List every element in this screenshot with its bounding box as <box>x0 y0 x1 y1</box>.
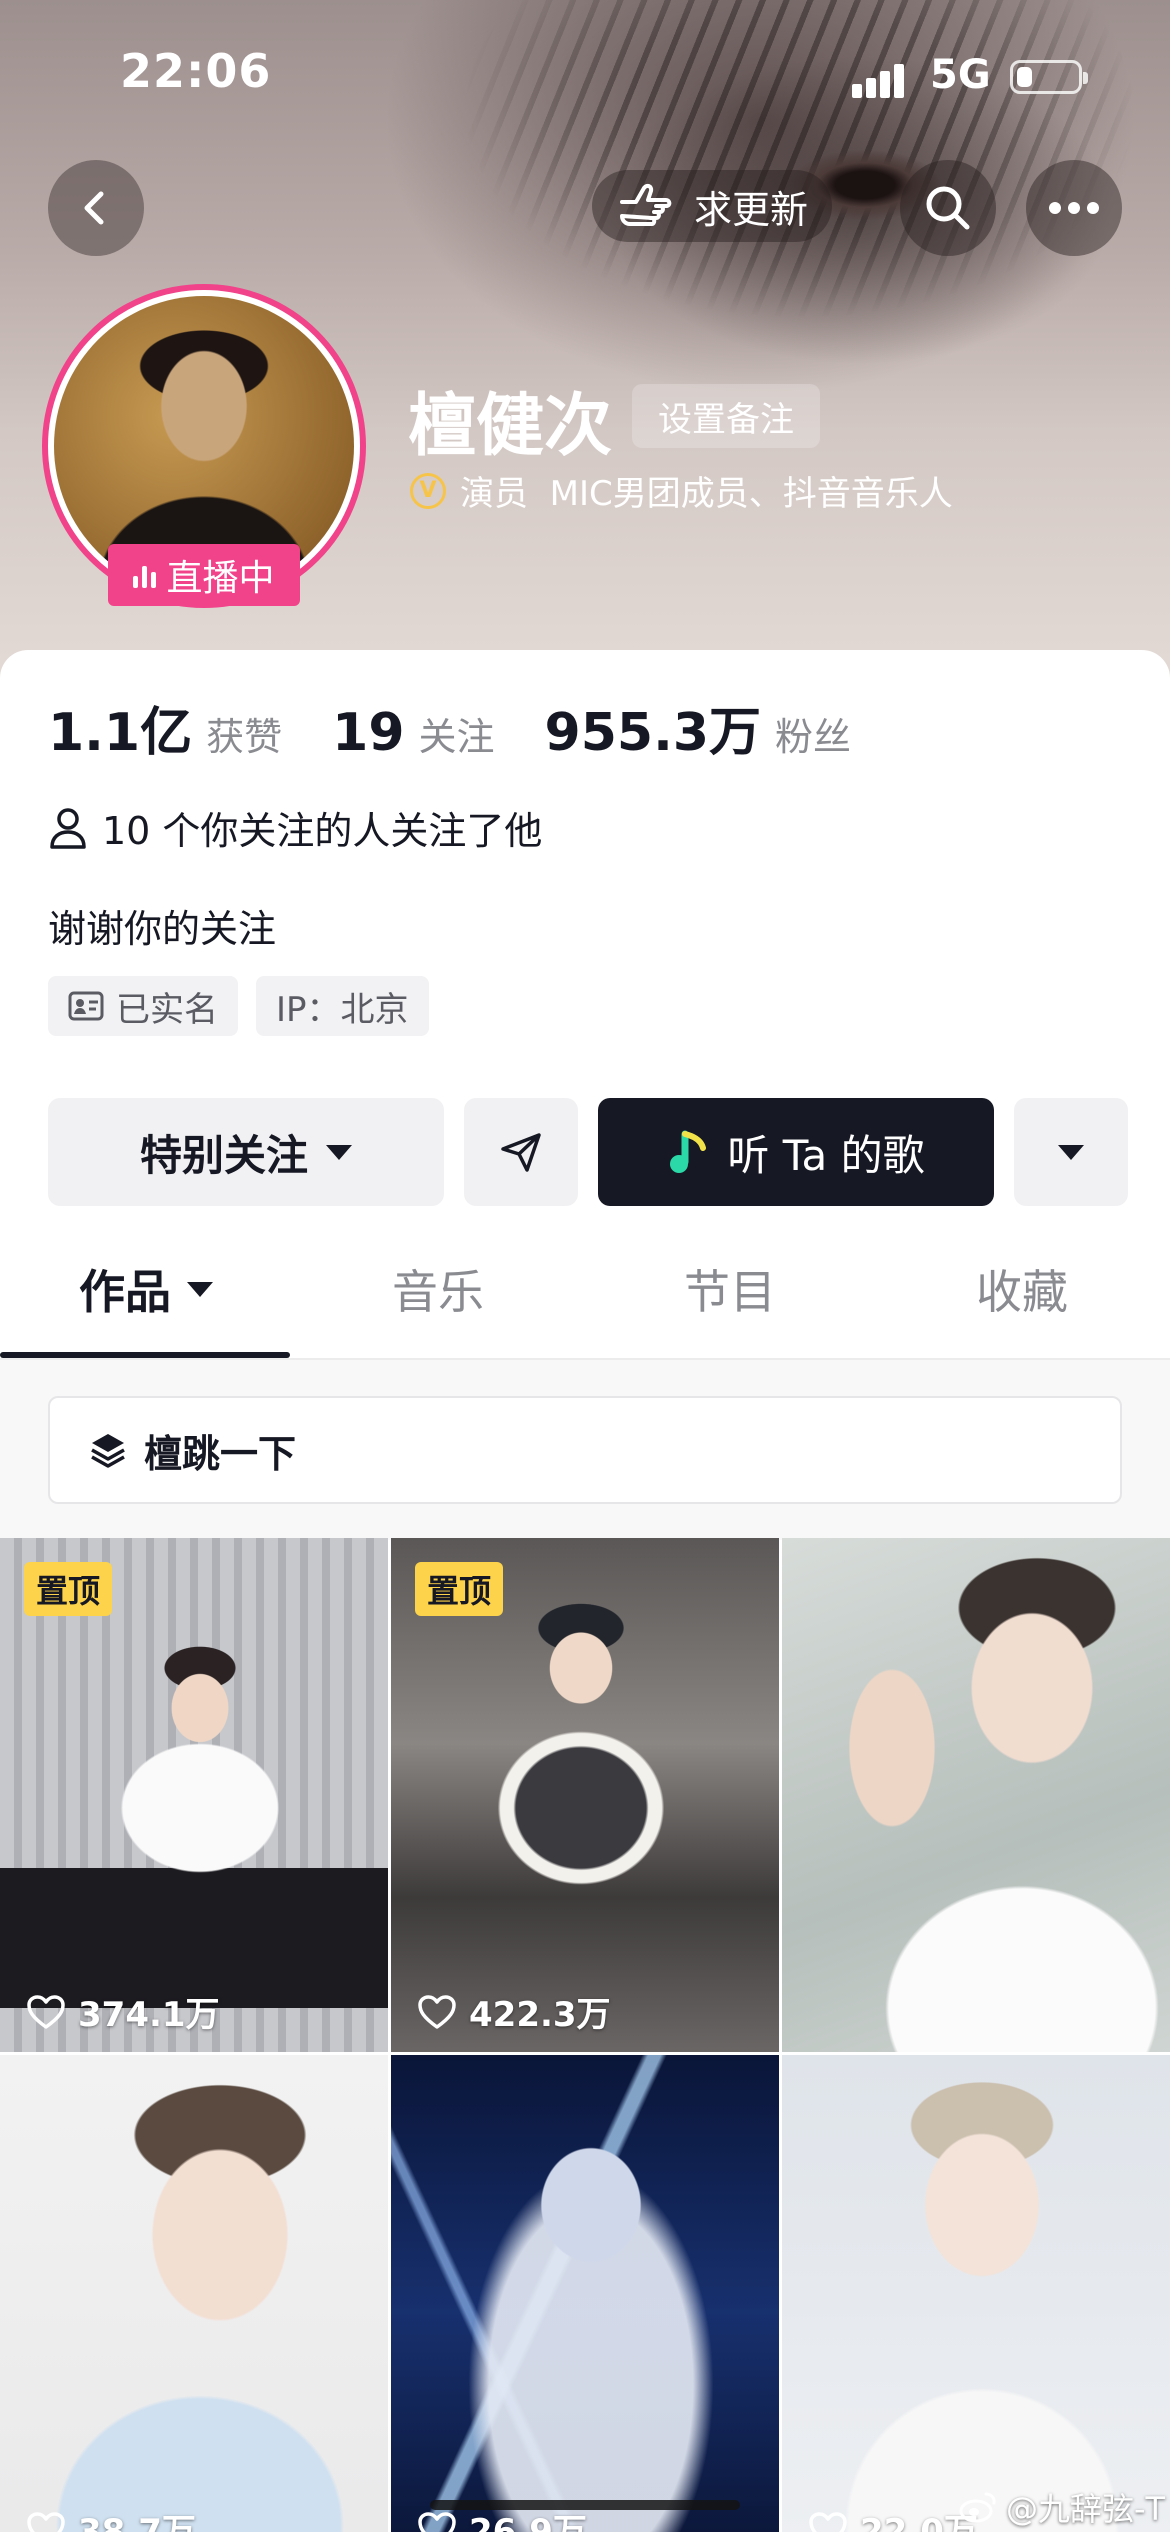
collection-button[interactable]: 檀跳一下 <box>48 1396 1122 1504</box>
video-thumbnail[interactable]: 置顶 422.3万 <box>391 1538 779 2052</box>
request-update-button[interactable]: 求更新 <box>592 170 833 242</box>
content-tabs: 作品 音乐 节目 收藏 <box>0 1220 1170 1360</box>
video-thumbnail[interactable]: 26.9万 <box>391 2055 779 2532</box>
likes-stat[interactable]: 1.1亿 获赞 <box>48 690 282 765</box>
collection-section: 檀跳一下 <box>0 1360 1170 1540</box>
music-note-icon <box>670 1130 707 1173</box>
id-card-icon <box>68 991 104 1021</box>
verified-tag-label: 已实名 <box>116 989 218 1030</box>
likes-label: 获赞 <box>206 715 283 759</box>
like-count-value: 38.7万 <box>78 2512 196 2532</box>
message-button[interactable] <box>464 1098 578 1206</box>
tab-favorites[interactable]: 收藏 <box>876 1220 1168 1358</box>
profile-name: 檀健次 <box>408 387 613 466</box>
followers-count: 955.3万 <box>544 703 762 763</box>
like-count: 22.0万 <box>808 2504 978 2532</box>
heart-icon <box>418 2511 456 2532</box>
listen-music-label: 听 Ta 的歌 <box>727 1130 925 1180</box>
caret-down-icon <box>1058 1144 1084 1160</box>
ip-tag-label: IP：北京 <box>276 989 409 1030</box>
like-count: 38.7万 <box>26 2504 196 2532</box>
tab-label: 收藏 <box>976 1265 1068 1319</box>
verification-text: 演员 MIC男团成员、抖音音乐人 <box>460 474 953 514</box>
video-thumbnail[interactable] <box>782 1538 1170 2052</box>
video-thumbnail[interactable]: 38.7万 <box>0 2055 388 2532</box>
stats-row: 1.1亿 获赞 19 关注 955.3万 粉丝 <box>48 690 901 765</box>
heart-icon <box>27 1994 65 2029</box>
following-stat[interactable]: 19 关注 <box>332 703 494 763</box>
video-thumbnail[interactable]: 置顶 374.1万 <box>0 1538 388 2052</box>
tab-programs[interactable]: 节目 <box>584 1220 876 1358</box>
signal-icon <box>852 62 904 98</box>
tab-label: 音乐 <box>392 1265 484 1319</box>
pinned-badge: 置顶 <box>415 1562 504 1616</box>
active-tab-indicator <box>0 1352 290 1358</box>
action-row: 特别关注 听 Ta 的歌 <box>48 1098 1128 1206</box>
home-indicator[interactable] <box>430 2500 740 2510</box>
mutual-followers[interactable]: 10 个你关注的人关注了他 <box>48 800 542 855</box>
battery-icon <box>1010 60 1088 94</box>
listen-music-button[interactable]: 听 Ta 的歌 <box>598 1098 994 1206</box>
verification-line: V 演员 MIC男团成员、抖音音乐人 <box>410 466 953 515</box>
pinned-badge: 置顶 <box>24 1562 113 1616</box>
verified-tag: 已实名 <box>48 976 238 1036</box>
bio-text: 谢谢你的关注 <box>48 907 277 951</box>
profile-card: 1.1亿 获赞 19 关注 955.3万 粉丝 10 个你关注的人关注了他 谢谢… <box>0 650 1170 2532</box>
send-icon <box>501 1133 541 1172</box>
like-count: 422.3万 <box>417 1987 611 2036</box>
status-bar: 22:06 5G <box>0 0 1170 150</box>
layers-icon <box>91 1434 125 1468</box>
heart-icon <box>27 2511 65 2532</box>
ip-tag: IP：北京 <box>256 976 429 1036</box>
search-button[interactable] <box>900 160 996 256</box>
watermark-text: @九辞弦-T <box>1006 2490 1166 2528</box>
person-icon <box>50 807 86 849</box>
set-remark-button[interactable]: 设置备注 <box>632 384 820 448</box>
live-badge[interactable]: 直播中 <box>108 544 300 606</box>
mutual-followers-text: 10 个你关注的人关注了他 <box>102 809 543 853</box>
more-dots-icon <box>1049 202 1099 214</box>
back-button[interactable] <box>48 160 144 256</box>
followers-label: 粉丝 <box>775 715 852 759</box>
tab-label: 作品 <box>79 1265 171 1319</box>
search-icon <box>926 186 970 230</box>
more-button[interactable] <box>1026 160 1122 256</box>
verified-v-icon: V <box>410 472 446 509</box>
tag-row: 已实名 IP：北京 <box>48 976 429 1036</box>
status-time: 22:06 <box>120 44 272 98</box>
request-update-label: 求更新 <box>694 187 809 232</box>
caret-down-icon <box>326 1144 352 1160</box>
video-thumbnail[interactable]: 22.0万 <box>782 2055 1170 2532</box>
special-follow-label: 特别关注 <box>139 1130 308 1180</box>
live-bars-icon <box>133 562 157 588</box>
following-label: 关注 <box>418 715 495 759</box>
heart-icon <box>809 2511 847 2532</box>
special-follow-button[interactable]: 特别关注 <box>48 1098 444 1206</box>
weibo-logo-icon <box>959 2492 996 2523</box>
followers-stat[interactable]: 955.3万 粉丝 <box>545 690 852 765</box>
tab-label: 节目 <box>684 1265 776 1319</box>
video-grid: 置顶 374.1万 置顶 422.3万 38.7万 26.9万 22.0万 <box>0 1538 1170 2532</box>
likes-count: 1.1亿 <box>48 703 193 763</box>
caret-down-icon <box>187 1281 213 1297</box>
heart-icon <box>418 1994 456 2029</box>
following-count: 19 <box>332 703 405 763</box>
chevron-left-icon <box>84 191 104 225</box>
like-count-value: 422.3万 <box>469 1995 611 2035</box>
tab-music[interactable]: 音乐 <box>292 1220 584 1358</box>
like-count: 374.1万 <box>26 1987 220 2036</box>
like-count-value: 374.1万 <box>78 1995 220 2035</box>
watermark: @九辞弦-T <box>958 2484 1165 2530</box>
pointing-hand-icon <box>620 183 672 226</box>
network-type: 5G <box>930 52 991 98</box>
collection-label: 檀跳一下 <box>144 1431 297 1476</box>
tab-works[interactable]: 作品 <box>0 1220 292 1358</box>
live-badge-label: 直播中 <box>166 558 275 599</box>
more-actions-dropdown[interactable] <box>1014 1098 1128 1206</box>
